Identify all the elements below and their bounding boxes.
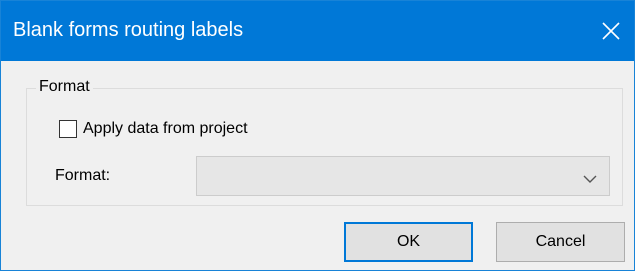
- cancel-button[interactable]: Cancel: [496, 222, 625, 262]
- format-field-label: Format:: [55, 167, 111, 184]
- format-dropdown[interactable]: [196, 156, 610, 196]
- apply-data-checkbox[interactable]: [59, 120, 77, 138]
- apply-data-checkbox-row[interactable]: Apply data from project: [59, 118, 248, 140]
- dialog-window: Blank forms routing labels Format Apply …: [0, 0, 635, 271]
- close-icon: [601, 21, 621, 41]
- close-button[interactable]: [588, 1, 634, 61]
- title-bar: Blank forms routing labels: [1, 1, 634, 61]
- ok-button[interactable]: OK: [344, 222, 473, 262]
- dialog-title: Blank forms routing labels: [13, 19, 244, 41]
- chevron-down-icon: [583, 171, 597, 189]
- format-group-legend: Format: [36, 77, 93, 97]
- apply-data-checkbox-label[interactable]: Apply data from project: [83, 120, 248, 138]
